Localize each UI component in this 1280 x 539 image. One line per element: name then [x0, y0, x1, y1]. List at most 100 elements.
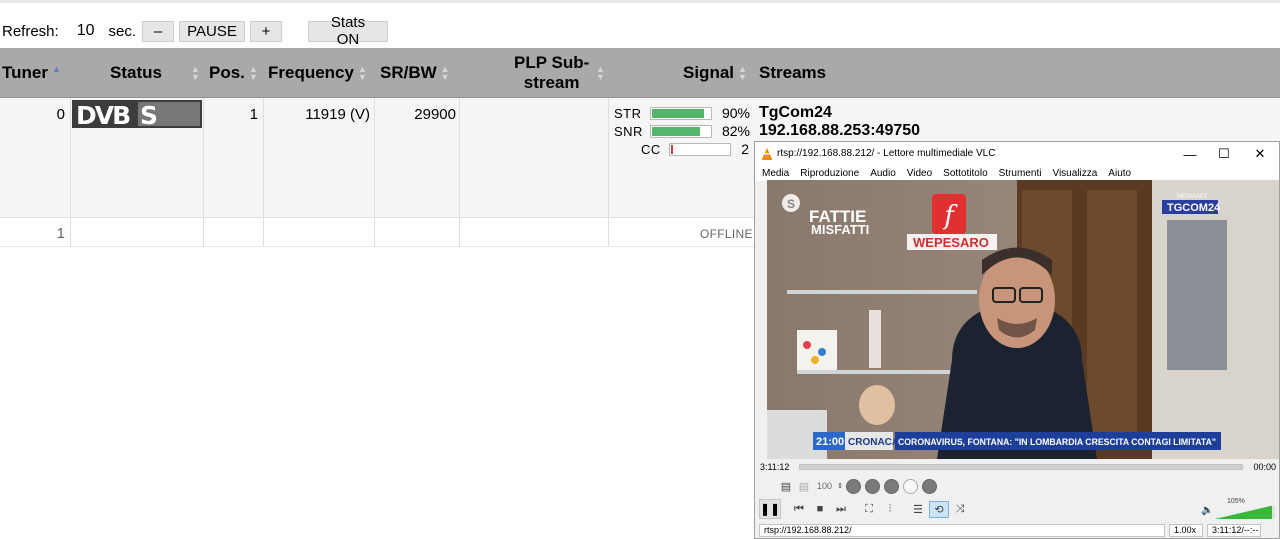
increase-refresh-button[interactable]: +: [250, 20, 283, 42]
snr-bar-fill: [652, 126, 700, 136]
str-label: STR: [614, 105, 642, 121]
top-border: [0, 0, 1280, 3]
sort-arrows-icon: ▲ ▼: [440, 64, 450, 82]
sort-arrows-icon: ▲ ▼: [357, 64, 367, 82]
column-divider: [459, 98, 460, 247]
program-title-line2: MISFATTI: [811, 222, 869, 237]
column-header-tuner[interactable]: Tuner ▲: [2, 48, 61, 98]
svg-text:DVB: DVB: [76, 101, 130, 128]
ticker-time: 21:00: [816, 436, 844, 448]
cc-bar: [669, 142, 731, 156]
column-header-plp[interactable]: PLP Sub- stream: [514, 48, 589, 98]
effect-icon[interactable]: [846, 478, 862, 494]
menu-strumenti[interactable]: Strumenti: [999, 168, 1042, 179]
speaker-icon[interactable]: 🔈: [1201, 505, 1213, 516]
vlc-menubar: Media Riproduzione Audio Video Sottotito…: [755, 165, 1279, 181]
channel-logo: TGCOM24: [1167, 202, 1221, 214]
extended-settings-icon[interactable]: ⫶: [880, 501, 900, 518]
pos-header-label: Pos.: [209, 63, 245, 82]
previous-icon[interactable]: ⏮: [789, 501, 809, 518]
stream-address[interactable]: 192.168.88.253:49750: [759, 122, 920, 140]
sort-icon-plp[interactable]: ▲ ▼: [592, 48, 605, 98]
frequency-header-label: Frequency: [268, 63, 354, 82]
column-divider: [608, 98, 609, 247]
pause-button[interactable]: PAUSE: [179, 20, 246, 42]
plp-header-line2: stream: [523, 73, 580, 92]
pause-icon[interactable]: ❚❚: [759, 499, 781, 519]
dvbs-logo: DVB S: [72, 100, 202, 128]
shuffle-icon[interactable]: ⤨: [950, 501, 970, 518]
refresh-unit: sec.: [108, 22, 137, 40]
status-header-label: Status: [110, 63, 162, 82]
spinner-icon[interactable]: ⇕: [836, 478, 844, 495]
column-header-pos[interactable]: Pos. ▲ ▼: [209, 48, 258, 98]
decrease-refresh-button[interactable]: –: [142, 20, 175, 42]
effect-icon[interactable]: [884, 478, 900, 494]
volume-control[interactable]: 🔈 105%: [1201, 498, 1277, 519]
signal-cc: CC 2: [641, 141, 749, 157]
seek-slider[interactable]: [799, 464, 1244, 470]
snr-bar: [650, 124, 712, 138]
snr-value: 82%: [721, 123, 750, 139]
close-icon[interactable]: ✕: [1243, 144, 1277, 164]
stats-toggle-button[interactable]: Stats ON: [308, 14, 389, 48]
menu-riproduzione[interactable]: Riproduzione: [800, 168, 859, 179]
status-time: 3:11:12/--:--: [1207, 523, 1261, 537]
effect-icon[interactable]: [865, 478, 881, 494]
str-bar-fill: [652, 108, 704, 118]
elapsed-time: 3:11:12: [760, 462, 790, 472]
advanced-controls: ▤ ▤ 100 ⇕: [777, 476, 939, 496]
tuner-cell: 1: [56, 225, 65, 242]
streams-cell: TgCom24 192.168.88.253:49750: [759, 104, 920, 140]
frequency-cell: 11919 (V): [305, 106, 370, 123]
volume-slider-icon[interactable]: [1215, 505, 1275, 519]
column-divider: [70, 98, 71, 247]
str-bar: [650, 106, 712, 120]
menu-media[interactable]: Media: [762, 168, 789, 179]
playlist-icon[interactable]: ☰: [908, 501, 928, 518]
menu-visualizza[interactable]: Visualizza: [1052, 168, 1097, 179]
plp-header-line1: PLP Sub-: [514, 53, 590, 72]
status-url: rtsp://192.168.88.212/: [759, 523, 1165, 537]
svg-text:S: S: [140, 101, 158, 128]
speed-box[interactable]: 100: [817, 481, 832, 491]
channel-network: MEDIASET: [1177, 194, 1208, 200]
next-icon[interactable]: ⏭: [831, 501, 851, 518]
minimize-icon[interactable]: —: [1173, 144, 1207, 164]
column-header-status[interactable]: Status: [110, 48, 162, 98]
effect-icon[interactable]: [922, 478, 938, 494]
column-divider: [263, 98, 264, 247]
status-rate[interactable]: 1.00x: [1169, 523, 1203, 537]
loop-icon[interactable]: ⟲: [929, 500, 949, 518]
column-header-srbw[interactable]: SR/BW ▲ ▼: [380, 48, 450, 98]
refresh-value: 10: [76, 22, 95, 39]
vlc-titlebar: rtsp://192.168.88.212/ - Lettore multime…: [755, 142, 1279, 165]
column-header-signal[interactable]: Signal ▲ ▼: [683, 48, 747, 98]
refresh-label: Refresh:: [2, 22, 59, 40]
cc-bar-fill: [671, 144, 673, 154]
seek-bar: 3:11:12 00:00: [760, 461, 1276, 473]
sort-icon-status[interactable]: ▲ ▼: [187, 48, 200, 98]
menu-audio[interactable]: Audio: [870, 168, 896, 179]
ticker-section: CRONACA: [848, 437, 899, 448]
table-header: Tuner ▲ Status ▲ ▼ Pos. ▲ ▼ Frequency ▲ ▼ S…: [0, 48, 1280, 98]
playback-controls: ❚❚ ⏮ ■ ⏭ ⛶ ⫶ ☰ ⟲ ⤨: [759, 498, 971, 520]
video-frame[interactable]: S FATTIE MISFATTI f WEPESARO MEDIASET TG…: [767, 180, 1279, 459]
stop-icon[interactable]: ■: [810, 501, 830, 518]
stream-name[interactable]: TgCom24: [759, 104, 920, 122]
sort-arrows-icon: ▲ ▼: [738, 64, 747, 82]
menu-aiuto[interactable]: Aiuto: [1108, 168, 1131, 179]
volume-value: 105%: [1227, 498, 1245, 505]
srbw-header-label: SR/BW: [380, 63, 437, 82]
maximize-icon[interactable]: ☐: [1207, 144, 1241, 164]
menu-video[interactable]: Video: [907, 168, 932, 179]
column-header-frequency[interactable]: Frequency ▲ ▼: [268, 48, 367, 98]
effect-icon[interactable]: [903, 478, 919, 494]
column-divider: [203, 98, 204, 247]
snapshot-icon[interactable]: ▤: [795, 478, 813, 495]
menu-sottotitolo[interactable]: Sottotitolo: [943, 168, 987, 179]
signal-header-label: Signal: [683, 63, 735, 82]
fullscreen-icon[interactable]: ⛶: [859, 501, 879, 518]
record-icon[interactable]: ▤: [777, 478, 795, 495]
wall-sign: WEPESARO: [913, 235, 989, 250]
